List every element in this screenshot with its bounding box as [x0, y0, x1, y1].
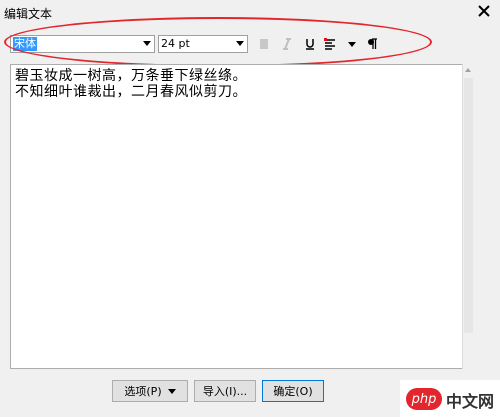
chevron-down-icon[interactable]: [236, 41, 244, 46]
text-editor[interactable]: 碧玉妆成一树高，万条垂下绿丝绦。 不知细叶谁裁出，二月春风似剪刀。: [10, 64, 474, 369]
font-name-value: 宋体: [13, 37, 37, 51]
dialog-title: 编辑文本: [4, 7, 53, 21]
text-line-2: 不知细叶谁裁出，二月春风似剪刀。: [15, 84, 247, 100]
watermark-text: 中文网: [446, 392, 495, 411]
ok-label: 确定(O): [273, 385, 313, 398]
import-label: 导入(I)...: [202, 385, 248, 398]
formatting-toolbar: 宋体 24 pt: [0, 30, 500, 56]
text-line-1: 碧玉妆成一树高，万条垂下绿丝绦。: [15, 68, 247, 84]
font-size-combo[interactable]: 24 pt: [158, 35, 248, 53]
title-bar: 编辑文本: [0, 0, 500, 24]
editor-content: 碧玉妆成一树高，万条垂下绿丝绦。 不知细叶谁裁出，二月春风似剪刀。: [15, 68, 247, 100]
pilcrow-icon: [368, 38, 377, 49]
ok-button[interactable]: 确定(O): [262, 380, 324, 402]
underline-icon: [306, 39, 314, 50]
close-button[interactable]: [474, 1, 494, 21]
underline-button[interactable]: [302, 36, 318, 52]
chevron-down-icon: [167, 388, 176, 394]
options-button[interactable]: 选项(P): [112, 380, 188, 402]
watermark-logo: php: [406, 388, 442, 410]
options-label: 选项(P): [124, 385, 162, 398]
scroll-up-icon[interactable]: [465, 68, 471, 72]
vertical-scrollbar[interactable]: [462, 64, 474, 369]
paragraph-button[interactable]: [364, 36, 380, 52]
close-icon: [478, 5, 490, 17]
scrollbar-track[interactable]: [464, 78, 473, 333]
italic-icon: [283, 38, 291, 50]
alignment-button[interactable]: [322, 36, 338, 52]
bold-button[interactable]: [256, 36, 272, 52]
italic-button[interactable]: [279, 36, 295, 52]
alignment-dropdown[interactable]: [344, 36, 360, 52]
font-name-combo[interactable]: 宋体: [10, 35, 155, 53]
chevron-down-icon[interactable]: [143, 41, 151, 46]
import-button[interactable]: 导入(I)...: [194, 380, 256, 402]
bold-icon: [260, 39, 268, 49]
font-size-value: 24 pt: [161, 37, 190, 50]
edit-text-dialog: 编辑文本 宋体 24 pt 碧玉妆成一树高，万条垂下绿丝绦。 不知细叶谁裁出，二…: [0, 0, 500, 417]
chevron-down-icon: [348, 41, 356, 47]
site-watermark: php 中文网: [400, 380, 500, 417]
align-left-icon: [324, 38, 335, 50]
